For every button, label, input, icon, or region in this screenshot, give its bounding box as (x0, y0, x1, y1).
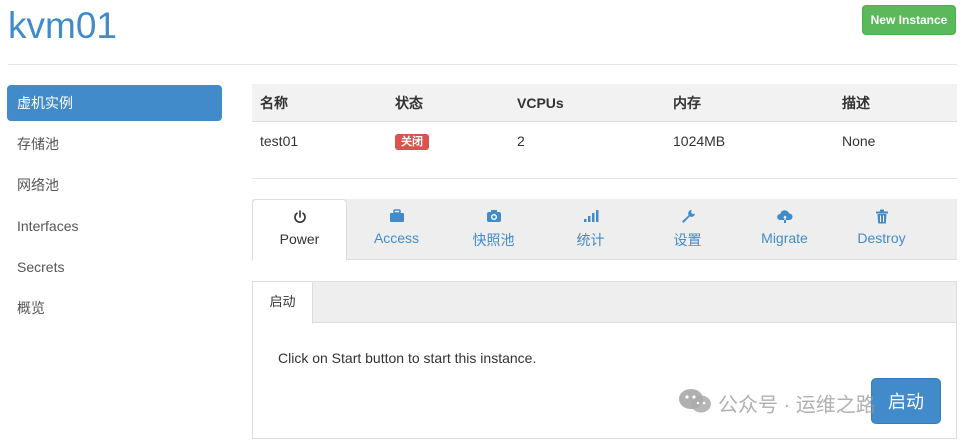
start-instruction: Click on Start button to start this inst… (278, 350, 537, 366)
tab-settings[interactable]: 设置 (640, 199, 735, 260)
column-header-description: 描述 (834, 84, 957, 122)
power-icon (253, 210, 346, 226)
tab-power-label: Power (279, 231, 320, 247)
power-panel: 启动 Click on Start button to start this i… (252, 281, 957, 439)
sidebar-item-interfaces[interactable]: Interfaces (7, 208, 222, 244)
page-title: kvm01 (8, 5, 117, 46)
status-cell: 关闭 (387, 122, 509, 160)
table-divider (252, 178, 957, 179)
tab-power[interactable]: Power (252, 199, 347, 261)
sidebar-item-instances[interactable]: 虚机实例 (7, 85, 222, 121)
status-badge: 关闭 (395, 133, 429, 150)
tab-stats[interactable]: 统计 (543, 199, 638, 260)
subtab-start[interactable]: 启动 (253, 282, 313, 324)
tab-snapshots[interactable]: 快照池 (446, 199, 541, 260)
power-subtabs: 启动 (253, 282, 956, 324)
new-instance-button[interactable]: New Instance (862, 5, 956, 35)
table-header-row: 名称 状态 VCPUs 内存 描述 (252, 84, 957, 122)
sidebar-item-storage[interactable]: 存储池 (7, 126, 222, 162)
cloud-upload-icon (737, 209, 832, 225)
column-header-memory: 内存 (665, 84, 834, 122)
wrench-icon (640, 209, 735, 225)
sidebar: 虚机实例 存储池 网络池 Interfaces Secrets 概览 (7, 85, 222, 331)
tab-access[interactable]: Access (349, 199, 444, 260)
instance-description: None (842, 132, 876, 149)
camera-icon (446, 209, 541, 225)
instance-name[interactable]: test01 (252, 122, 387, 160)
tab-destroy[interactable]: Destroy (834, 199, 929, 260)
sidebar-item-networks[interactable]: 网络池 (7, 167, 222, 203)
tab-destroy-label: Destroy (857, 230, 906, 246)
sidebar-item-secrets[interactable]: Secrets (7, 249, 222, 285)
column-header-name: 名称 (252, 84, 387, 122)
tab-migrate-label: Migrate (761, 230, 808, 246)
tab-settings-label: 设置 (673, 232, 702, 248)
tab-access-label: Access (373, 230, 420, 246)
start-button[interactable]: 启动 (871, 378, 941, 424)
signal-bars-icon (543, 209, 638, 225)
instance-vcpus: 2 (517, 132, 525, 149)
column-header-vcpus: VCPUs (509, 84, 665, 122)
instances-table-wrapper: 名称 状态 VCPUs 内存 描述 test01 关闭 2 1024MB Non… (252, 84, 957, 159)
instance-tabs: Power Access 快照池 统计 设置 Migrate Destroy (252, 199, 957, 261)
header-divider (8, 64, 957, 65)
instance-memory: 1024MB (673, 132, 726, 149)
table-row[interactable]: test01 关闭 2 1024MB None (252, 122, 957, 160)
briefcase-icon (349, 209, 444, 225)
trash-icon (834, 209, 929, 225)
tab-migrate[interactable]: Migrate (737, 199, 832, 260)
sidebar-item-overview[interactable]: 概览 (7, 290, 222, 326)
column-header-status: 状态 (387, 84, 509, 122)
tab-stats-label: 统计 (576, 232, 605, 248)
instances-table: 名称 状态 VCPUs 内存 描述 test01 关闭 2 1024MB Non… (252, 84, 957, 159)
tab-snapshots-label: 快照池 (472, 232, 515, 248)
